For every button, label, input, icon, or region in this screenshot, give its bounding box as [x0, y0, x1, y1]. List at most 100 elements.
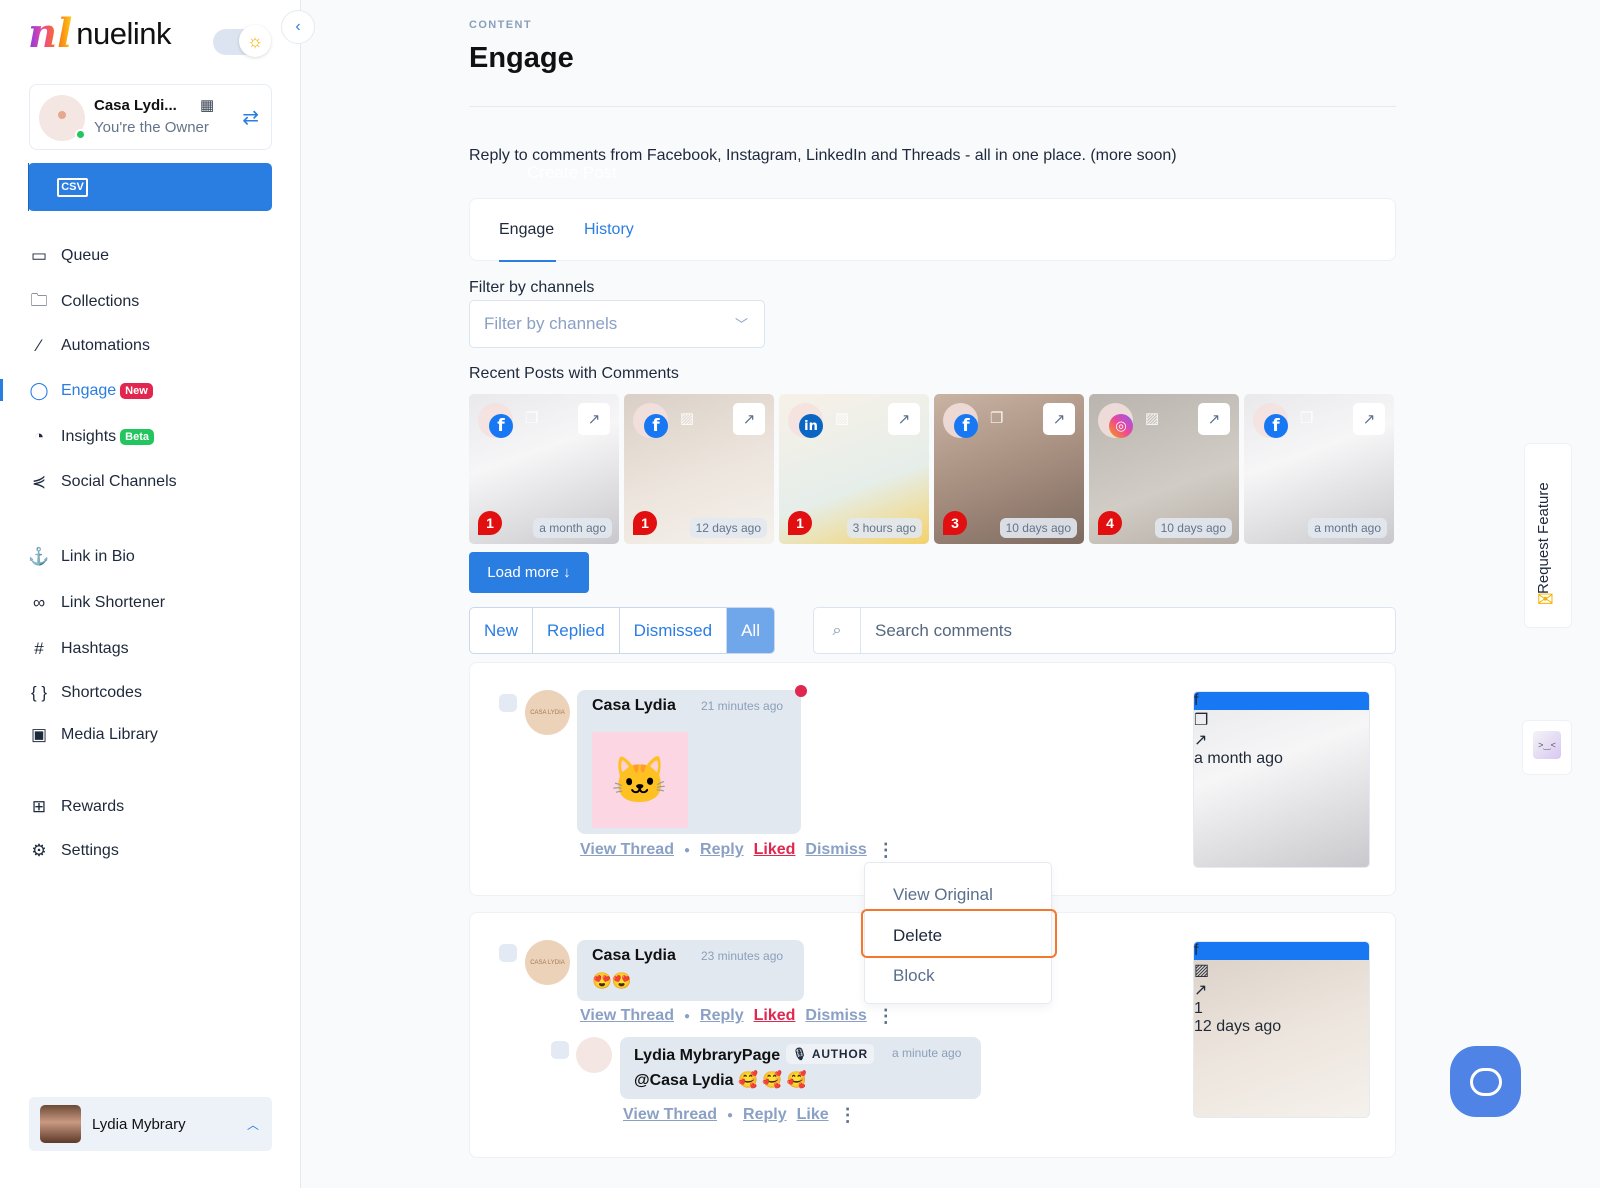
recent-post-card[interactable]: f ❐ ↗ 1 a month ago — [469, 394, 619, 544]
reply-link[interactable]: Reply — [700, 841, 744, 859]
more-options-icon[interactable]: ⋮ — [877, 841, 895, 859]
dismiss-link[interactable]: Dismiss — [805, 841, 866, 859]
like-link[interactable]: Like — [797, 1106, 829, 1124]
sidebar-item-automations[interactable]: ⁄ Automations — [28, 333, 150, 359]
recent-post-card[interactable]: f ❐ ↗ 3 10 days ago — [934, 394, 1084, 544]
reply-link[interactable]: Reply — [700, 1007, 744, 1025]
sidebar-item-link-in-bio[interactable]: ⚓ Link in Bio — [28, 544, 134, 570]
csv-file-icon: CSV — [57, 177, 88, 197]
logo-mark: nl — [28, 10, 73, 57]
status-filter-replied[interactable]: Replied — [533, 608, 620, 653]
open-external-icon[interactable]: ↗ — [733, 403, 765, 435]
sidebar-item-label: Media Library — [61, 726, 158, 743]
live-chat-button[interactable] — [1450, 1046, 1521, 1117]
sidebar-item-engage[interactable]: ◯ Engage New — [28, 378, 153, 404]
comment-actions: View Thread ● Reply Liked Dismiss ⋮ — [580, 841, 895, 859]
open-external-icon[interactable]: ↗ — [1198, 403, 1230, 435]
user-avatar — [40, 1105, 81, 1143]
more-options-icon[interactable]: ⋮ — [839, 1106, 857, 1124]
post-age: a month ago — [1308, 518, 1387, 538]
sidebar-item-shortcodes[interactable]: { } Shortcodes — [28, 680, 142, 706]
recent-post-card[interactable]: f ▨ ↗ 1 12 days ago — [624, 394, 774, 544]
status-filter-dismissed[interactable]: Dismissed — [620, 608, 728, 653]
sidebar-item-social-channels[interactable]: ⋞ Social Channels — [28, 469, 177, 495]
account-switcher[interactable]: Casa Lydi... ▦ You're the Owner ⇄ — [29, 84, 272, 150]
account-avatar — [39, 95, 86, 141]
menu-item-delete[interactable]: Delete — [893, 926, 942, 946]
image-icon: ▨ — [835, 410, 850, 427]
menu-item-view-original[interactable]: View Original — [893, 885, 993, 905]
csv-import-button[interactable]: CSV — [28, 163, 116, 211]
view-thread-link[interactable]: View Thread — [580, 1007, 674, 1025]
open-external-icon[interactable]: ↗ — [888, 403, 920, 435]
envelope-icon: ✉ — [1537, 589, 1554, 611]
open-external-icon[interactable]: ↗ — [1194, 730, 1369, 750]
channel-filter-select[interactable]: Filter by channels ﹀ — [469, 300, 765, 348]
sidebar-item-insights[interactable]: ◔ Insights Beta — [28, 424, 154, 450]
comment-post-thumbnail[interactable]: f ▨ ↗ 1 12 days ago — [1193, 941, 1370, 1118]
comment-time: 21 minutes ago — [701, 699, 784, 713]
linkedin-icon: in — [799, 414, 823, 438]
recent-post-card[interactable]: ◎ ▨ ↗ 4 10 days ago — [1089, 394, 1239, 544]
dismiss-link[interactable]: Dismiss — [805, 1007, 866, 1025]
request-feature-button[interactable]: Request Feature ✉ — [1524, 443, 1572, 628]
facebook-icon: f — [644, 414, 668, 438]
sidebar-item-media-library[interactable]: ▣ Media Library — [28, 722, 158, 748]
theme-toggle[interactable]: ☼ — [213, 25, 271, 57]
sidebar-item-settings[interactable]: ⚙ Settings — [28, 838, 118, 864]
online-status-dot — [75, 129, 86, 140]
tab-history[interactable]: History — [584, 221, 634, 239]
active-nav-indicator — [0, 379, 3, 401]
image-icon: ▨ — [1194, 962, 1210, 979]
open-external-icon[interactable]: ↗ — [1043, 403, 1075, 435]
search-input[interactable] — [861, 608, 1395, 653]
comment-checkbox[interactable] — [499, 944, 517, 962]
account-role: You're the Owner — [94, 119, 209, 136]
user-menu[interactable]: Lydia Mybrary ︿ — [29, 1097, 272, 1151]
status-filter-all[interactable]: All — [727, 608, 774, 653]
carousel-icon: ❐ — [1194, 712, 1209, 729]
sidebar-item-label: Hashtags — [61, 640, 129, 657]
image-icon: ▨ — [680, 410, 695, 427]
comment-count-badge: 1 — [633, 511, 657, 535]
chat-bubble-icon: ◯ — [29, 381, 49, 400]
page-title: Engage — [469, 42, 574, 74]
reply-link[interactable]: Reply — [743, 1106, 787, 1124]
create-post-button[interactable]: Create Post — [497, 163, 1424, 183]
view-thread-link[interactable]: View Thread — [580, 841, 674, 859]
open-external-icon[interactable]: ↗ — [1194, 980, 1369, 1000]
view-thread-link[interactable]: View Thread — [623, 1106, 717, 1124]
open-external-icon[interactable]: ↗ — [578, 403, 610, 435]
recent-post-card[interactable]: in ▨ ↗ 1 3 hours ago — [779, 394, 929, 544]
liked-link[interactable]: Liked — [754, 1007, 796, 1025]
sidebar-item-queue[interactable]: ▭ Queue — [28, 243, 109, 269]
sidebar-item-hashtags[interactable]: # Hashtags — [28, 636, 129, 662]
assistant-widget[interactable]: >‿< — [1522, 720, 1572, 775]
open-external-icon[interactable]: ↗ — [1353, 403, 1385, 435]
post-age: 3 hours ago — [846, 518, 922, 538]
sidebar-item-collections[interactable]: 🗀 Collections — [28, 289, 140, 315]
comment-post-thumbnail[interactable]: f ❐ ↗ a month ago — [1193, 691, 1370, 868]
collapse-sidebar-button[interactable]: ‹ — [281, 10, 315, 44]
menu-item-block[interactable]: Block — [893, 966, 935, 986]
sidebar: nl nuelink ☼ Casa Lydi... ▦ You're the O… — [0, 0, 617, 1188]
comment-count-badge: 4 — [1098, 511, 1122, 535]
filter-label: Filter by channels — [469, 279, 595, 296]
user-name: Lydia Mybrary — [92, 1115, 186, 1133]
sidebar-item-rewards[interactable]: ⊞ Rewards — [28, 794, 124, 820]
comment-checkbox[interactable] — [499, 694, 517, 712]
switch-account-icon[interactable]: ⇄ — [242, 105, 259, 130]
more-options-icon[interactable]: ⋮ — [877, 1007, 895, 1025]
tabs: Engage History — [469, 198, 1396, 262]
tab-engage[interactable]: Engage — [499, 221, 554, 239]
nuelink-logo[interactable]: nl nuelink — [28, 10, 172, 57]
sidebar-item-label: Link Shortener — [61, 594, 166, 611]
recent-post-card[interactable]: f ❐ ↗ a month ago — [1244, 394, 1394, 544]
sidebar-item-link-shortener[interactable]: ∞ Link Shortener — [28, 590, 165, 616]
status-filter-new[interactable]: New — [470, 608, 534, 653]
liked-link[interactable]: Liked — [754, 841, 796, 859]
gear-icon: ⚙ — [31, 841, 47, 860]
load-more-button[interactable]: Load more ↓ — [469, 552, 589, 593]
reply-checkbox[interactable] — [551, 1041, 569, 1059]
hashtag-icon: # — [34, 639, 44, 658]
